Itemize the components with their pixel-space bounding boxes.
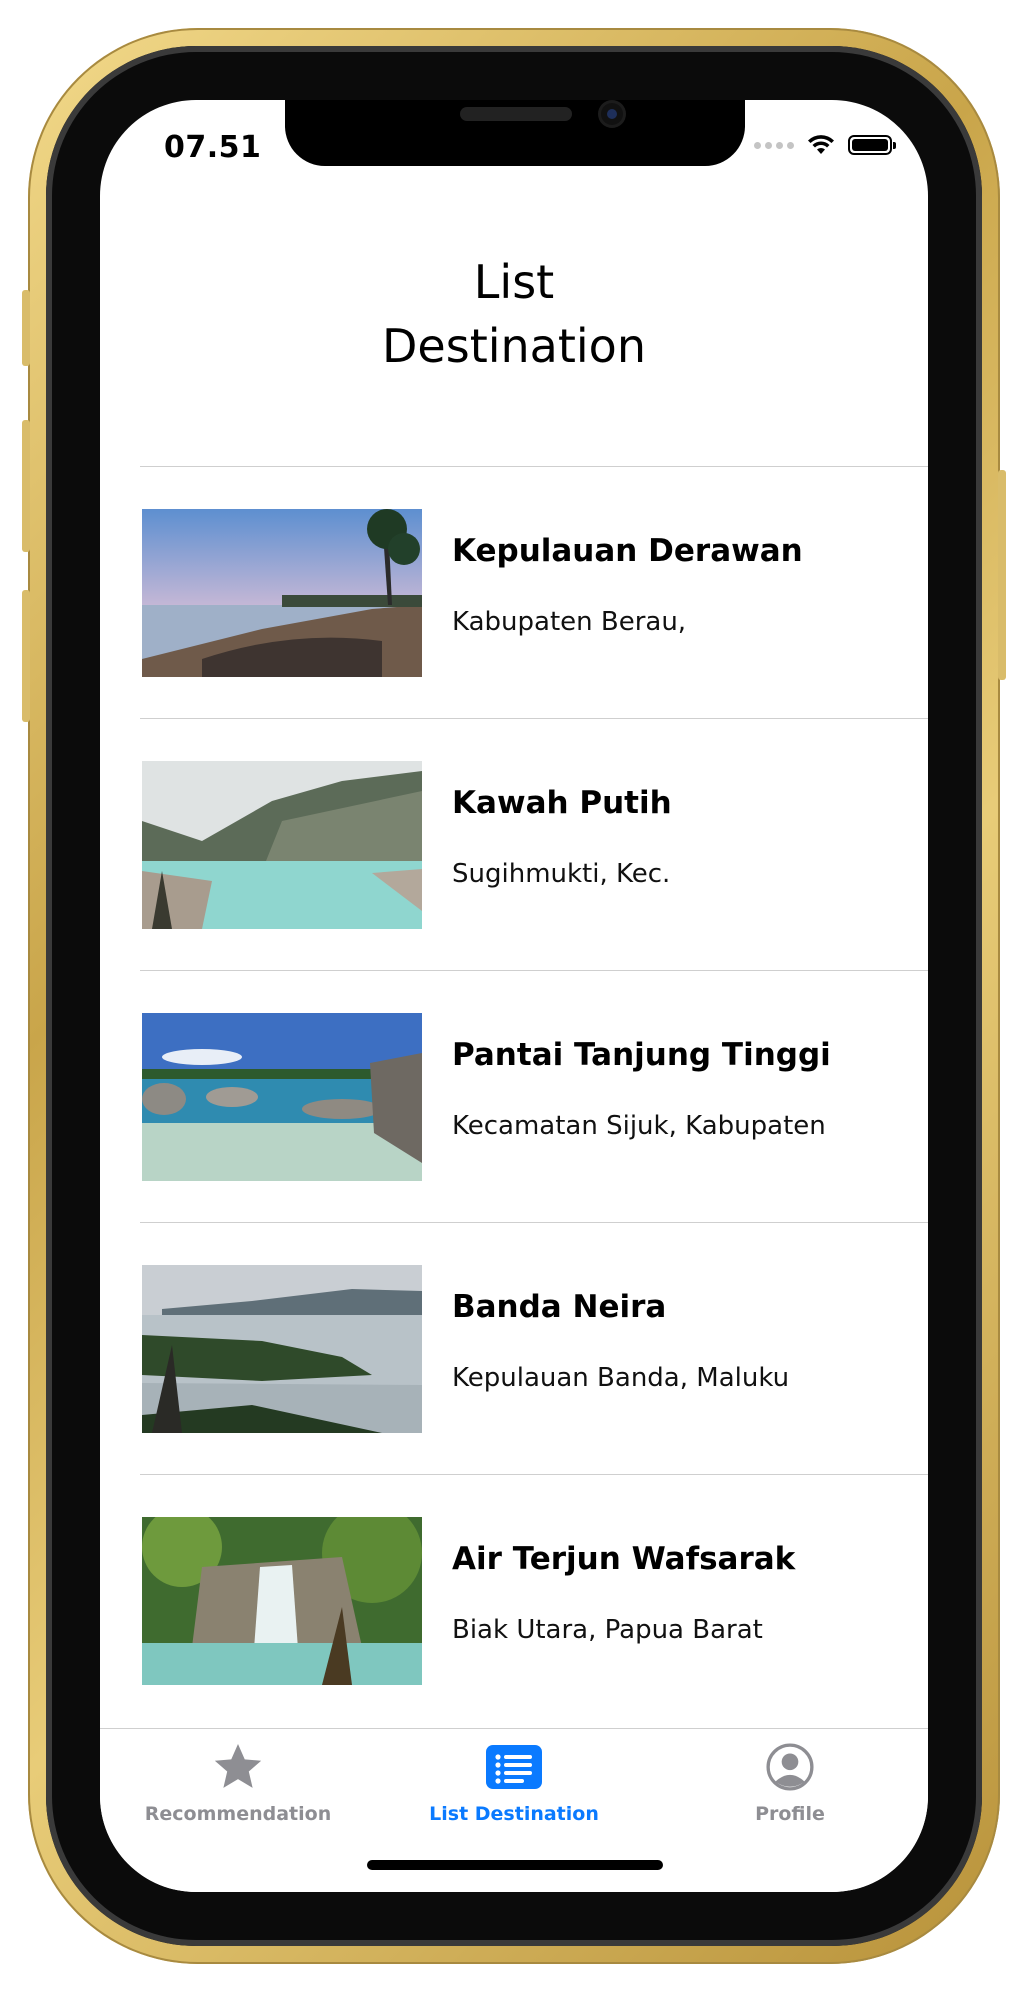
destination-name: Air Terjun Wafsarak	[452, 1541, 796, 1577]
person-circle-icon	[766, 1743, 814, 1791]
destination-location: Kepulauan Banda, Maluku	[452, 1363, 790, 1393]
destination-location: Sugihmukti, Kec.	[452, 859, 671, 889]
list-item[interactable]: Kepulauan Derawan Kabupaten Berau,	[140, 466, 928, 718]
wifi-icon	[808, 135, 834, 154]
destination-list: Kepulauan Derawan Kabupaten Berau, Kawah…	[140, 466, 928, 1726]
destination-name: Kawah Putih	[452, 785, 672, 821]
tab-label: Profile	[755, 1803, 825, 1825]
list-item[interactable]: Banda Neira Kepulauan Banda, Maluku	[140, 1222, 928, 1474]
destination-location: Kabupaten Berau,	[452, 607, 687, 637]
cellular-signal-icon	[754, 141, 794, 149]
destination-location: Kecamatan Sijuk, Kabupaten	[452, 1111, 826, 1141]
list-icon	[486, 1745, 542, 1789]
tab-label: Recommendation	[144, 1803, 332, 1825]
destination-thumbnail	[142, 1517, 422, 1685]
status-icons	[754, 134, 896, 156]
silent-switch	[22, 290, 30, 366]
list-item[interactable]: Air Terjun Wafsarak Biak Utara, Papua Ba…	[140, 1474, 928, 1726]
destination-name: Kepulauan Derawan	[452, 533, 803, 569]
destination-name: Pantai Tanjung Tinggi	[452, 1037, 831, 1073]
notch	[285, 100, 745, 166]
destination-thumbnail	[142, 509, 422, 677]
screen: 07.51 List Destination Kepulauan Derawan…	[100, 100, 928, 1892]
destination-location: Biak Utara, Papua Barat	[452, 1615, 763, 1645]
volume-up-button	[22, 420, 30, 552]
tab-list-destination[interactable]: List Destination	[376, 1739, 652, 1825]
volume-down-button	[22, 590, 30, 722]
star-icon	[214, 1744, 262, 1788]
destination-thumbnail	[142, 761, 422, 929]
list-item[interactable]: Kawah Putih Sugihmukti, Kec.	[140, 718, 928, 970]
tab-profile[interactable]: Profile	[652, 1739, 928, 1825]
destination-thumbnail	[142, 1013, 422, 1181]
earpiece-speaker	[460, 107, 572, 121]
list-item[interactable]: Pantai Tanjung Tinggi Kecamatan Sijuk, K…	[140, 970, 928, 1222]
power-button	[998, 470, 1006, 680]
destination-name: Banda Neira	[452, 1289, 667, 1325]
home-indicator[interactable]	[367, 1860, 663, 1870]
tab-label: List Destination	[429, 1803, 599, 1825]
front-camera	[601, 103, 623, 125]
status-time: 07.51	[164, 130, 262, 165]
battery-icon	[848, 135, 896, 155]
page-title: List Destination	[382, 255, 646, 373]
tab-recommendation[interactable]: Recommendation	[100, 1739, 376, 1825]
destination-thumbnail	[142, 1265, 422, 1433]
